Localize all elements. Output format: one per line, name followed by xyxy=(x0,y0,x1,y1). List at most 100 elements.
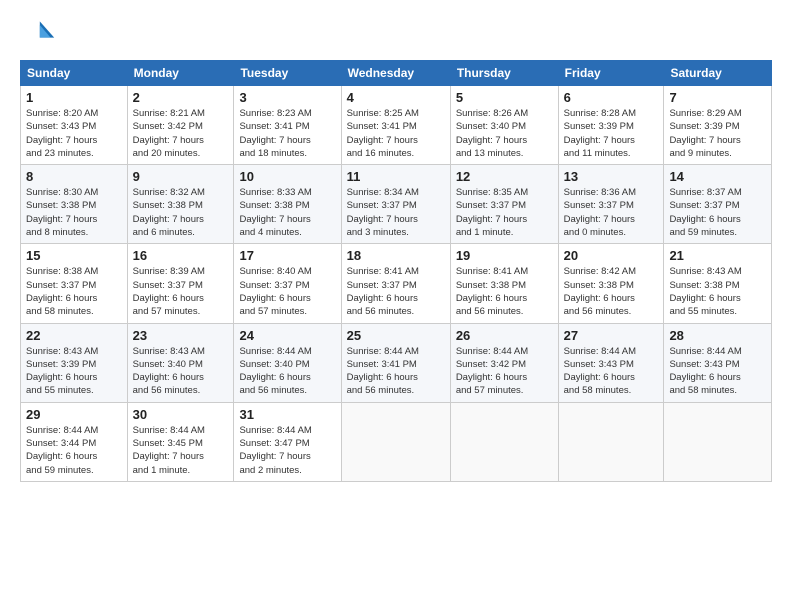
week-row-3: 15 Sunrise: 8:38 AM Sunset: 3:37 PM Dayli… xyxy=(21,244,772,323)
calendar-cell: 10 Sunrise: 8:33 AM Sunset: 3:38 PM Dayli… xyxy=(234,165,341,244)
calendar-cell: 17 Sunrise: 8:40 AM Sunset: 3:37 PM Dayli… xyxy=(234,244,341,323)
day-info: Sunrise: 8:23 AM Sunset: 3:41 PM Dayligh… xyxy=(239,107,335,160)
week-row-2: 8Sunrise: 8:30 AM Sunset: 3:38 PM Daylig… xyxy=(21,165,772,244)
day-number: 10 xyxy=(239,169,335,184)
day-info: Sunrise: 8:33 AM Sunset: 3:38 PM Dayligh… xyxy=(239,186,335,239)
day-info: Sunrise: 8:36 AM Sunset: 3:37 PM Dayligh… xyxy=(564,186,659,239)
day-number: 20 xyxy=(564,248,659,263)
day-number: 25 xyxy=(347,328,445,343)
day-info: Sunrise: 8:39 AM Sunset: 3:37 PM Dayligh… xyxy=(133,265,229,318)
col-header-thursday: Thursday xyxy=(450,61,558,86)
day-info: Sunrise: 8:21 AM Sunset: 3:42 PM Dayligh… xyxy=(133,107,229,160)
day-number: 3 xyxy=(239,90,335,105)
day-info: Sunrise: 8:44 AM Sunset: 3:47 PM Dayligh… xyxy=(239,424,335,477)
day-number: 22 xyxy=(26,328,122,343)
calendar-cell: 30 Sunrise: 8:44 AM Sunset: 3:45 PM Dayli… xyxy=(127,402,234,481)
week-row-1: 1Sunrise: 8:20 AM Sunset: 3:43 PM Daylig… xyxy=(21,86,772,165)
day-info: Sunrise: 8:40 AM Sunset: 3:37 PM Dayligh… xyxy=(239,265,335,318)
calendar-cell: 9Sunrise: 8:32 AM Sunset: 3:38 PM Daylig… xyxy=(127,165,234,244)
col-header-wednesday: Wednesday xyxy=(341,61,450,86)
col-header-tuesday: Tuesday xyxy=(234,61,341,86)
day-number: 5 xyxy=(456,90,553,105)
calendar-cell: 1Sunrise: 8:20 AM Sunset: 3:43 PM Daylig… xyxy=(21,86,128,165)
calendar-cell: 11 Sunrise: 8:34 AM Sunset: 3:37 PM Dayli… xyxy=(341,165,450,244)
calendar-cell: 14 Sunrise: 8:37 AM Sunset: 3:37 PM Dayli… xyxy=(664,165,772,244)
calendar-cell: 15 Sunrise: 8:38 AM Sunset: 3:37 PM Dayli… xyxy=(21,244,128,323)
calendar-cell: 7 Sunrise: 8:29 AM Sunset: 3:39 PM Daylig… xyxy=(664,86,772,165)
calendar-cell: 3 Sunrise: 8:23 AM Sunset: 3:41 PM Daylig… xyxy=(234,86,341,165)
calendar-cell: 25Sunrise: 8:44 AM Sunset: 3:41 PM Dayli… xyxy=(341,323,450,402)
day-info: Sunrise: 8:44 AM Sunset: 3:45 PM Dayligh… xyxy=(133,424,229,477)
calendar-cell: 16 Sunrise: 8:39 AM Sunset: 3:37 PM Dayli… xyxy=(127,244,234,323)
calendar-cell: 31 Sunrise: 8:44 AM Sunset: 3:47 PM Dayli… xyxy=(234,402,341,481)
day-number: 24 xyxy=(239,328,335,343)
day-info: Sunrise: 8:38 AM Sunset: 3:37 PM Dayligh… xyxy=(26,265,122,318)
day-number: 11 xyxy=(347,169,445,184)
calendar-cell: 22 Sunrise: 8:43 AM Sunset: 3:39 PM Dayli… xyxy=(21,323,128,402)
day-number: 6 xyxy=(564,90,659,105)
day-number: 16 xyxy=(133,248,229,263)
day-info: Sunrise: 8:29 AM Sunset: 3:39 PM Dayligh… xyxy=(669,107,766,160)
calendar-cell: 5 Sunrise: 8:26 AM Sunset: 3:40 PM Daylig… xyxy=(450,86,558,165)
day-info: Sunrise: 8:44 AM Sunset: 3:40 PM Dayligh… xyxy=(239,345,335,398)
calendar-cell: 27 Sunrise: 8:44 AM Sunset: 3:43 PM Dayli… xyxy=(558,323,664,402)
day-number: 1 xyxy=(26,90,122,105)
day-number: 28 xyxy=(669,328,766,343)
calendar-cell: 8Sunrise: 8:30 AM Sunset: 3:38 PM Daylig… xyxy=(21,165,128,244)
calendar-cell: 20 Sunrise: 8:42 AM Sunset: 3:38 PM Dayli… xyxy=(558,244,664,323)
calendar-cell xyxy=(558,402,664,481)
day-number: 8 xyxy=(26,169,122,184)
calendar-cell: 2Sunrise: 8:21 AM Sunset: 3:42 PM Daylig… xyxy=(127,86,234,165)
col-header-saturday: Saturday xyxy=(664,61,772,86)
day-info: Sunrise: 8:26 AM Sunset: 3:40 PM Dayligh… xyxy=(456,107,553,160)
page: SundayMondayTuesdayWednesdayThursdayFrid… xyxy=(0,0,792,612)
day-number: 19 xyxy=(456,248,553,263)
calendar-cell xyxy=(664,402,772,481)
day-info: Sunrise: 8:44 AM Sunset: 3:43 PM Dayligh… xyxy=(669,345,766,398)
day-number: 4 xyxy=(347,90,445,105)
day-number: 12 xyxy=(456,169,553,184)
day-number: 7 xyxy=(669,90,766,105)
calendar-cell: 24 Sunrise: 8:44 AM Sunset: 3:40 PM Dayli… xyxy=(234,323,341,402)
calendar-cell: 18Sunrise: 8:41 AM Sunset: 3:37 PM Dayli… xyxy=(341,244,450,323)
col-header-monday: Monday xyxy=(127,61,234,86)
day-number: 9 xyxy=(133,169,229,184)
day-info: Sunrise: 8:43 AM Sunset: 3:38 PM Dayligh… xyxy=(669,265,766,318)
calendar-cell xyxy=(341,402,450,481)
logo-icon xyxy=(20,16,56,52)
calendar-cell: 23 Sunrise: 8:43 AM Sunset: 3:40 PM Dayli… xyxy=(127,323,234,402)
day-info: Sunrise: 8:44 AM Sunset: 3:43 PM Dayligh… xyxy=(564,345,659,398)
day-info: Sunrise: 8:44 AM Sunset: 3:44 PM Dayligh… xyxy=(26,424,122,477)
calendar-cell: 26 Sunrise: 8:44 AM Sunset: 3:42 PM Dayli… xyxy=(450,323,558,402)
week-row-5: 29Sunrise: 8:44 AM Sunset: 3:44 PM Dayli… xyxy=(21,402,772,481)
day-number: 15 xyxy=(26,248,122,263)
calendar-cell: 28 Sunrise: 8:44 AM Sunset: 3:43 PM Dayli… xyxy=(664,323,772,402)
day-info: Sunrise: 8:43 AM Sunset: 3:39 PM Dayligh… xyxy=(26,345,122,398)
day-number: 14 xyxy=(669,169,766,184)
day-number: 21 xyxy=(669,248,766,263)
week-row-4: 22 Sunrise: 8:43 AM Sunset: 3:39 PM Dayli… xyxy=(21,323,772,402)
day-info: Sunrise: 8:42 AM Sunset: 3:38 PM Dayligh… xyxy=(564,265,659,318)
header-row: SundayMondayTuesdayWednesdayThursdayFrid… xyxy=(21,61,772,86)
day-number: 17 xyxy=(239,248,335,263)
calendar-cell: 6Sunrise: 8:28 AM Sunset: 3:39 PM Daylig… xyxy=(558,86,664,165)
day-info: Sunrise: 8:34 AM Sunset: 3:37 PM Dayligh… xyxy=(347,186,445,239)
day-info: Sunrise: 8:44 AM Sunset: 3:42 PM Dayligh… xyxy=(456,345,553,398)
day-info: Sunrise: 8:43 AM Sunset: 3:40 PM Dayligh… xyxy=(133,345,229,398)
day-info: Sunrise: 8:35 AM Sunset: 3:37 PM Dayligh… xyxy=(456,186,553,239)
day-info: Sunrise: 8:41 AM Sunset: 3:38 PM Dayligh… xyxy=(456,265,553,318)
calendar-cell: 13Sunrise: 8:36 AM Sunset: 3:37 PM Dayli… xyxy=(558,165,664,244)
day-number: 31 xyxy=(239,407,335,422)
calendar-cell: 19 Sunrise: 8:41 AM Sunset: 3:38 PM Dayli… xyxy=(450,244,558,323)
day-info: Sunrise: 8:25 AM Sunset: 3:41 PM Dayligh… xyxy=(347,107,445,160)
calendar-cell: 29Sunrise: 8:44 AM Sunset: 3:44 PM Dayli… xyxy=(21,402,128,481)
day-number: 23 xyxy=(133,328,229,343)
calendar-cell xyxy=(450,402,558,481)
day-number: 26 xyxy=(456,328,553,343)
day-info: Sunrise: 8:37 AM Sunset: 3:37 PM Dayligh… xyxy=(669,186,766,239)
header xyxy=(20,16,772,52)
day-number: 27 xyxy=(564,328,659,343)
col-header-sunday: Sunday xyxy=(21,61,128,86)
day-number: 30 xyxy=(133,407,229,422)
logo xyxy=(20,16,60,52)
